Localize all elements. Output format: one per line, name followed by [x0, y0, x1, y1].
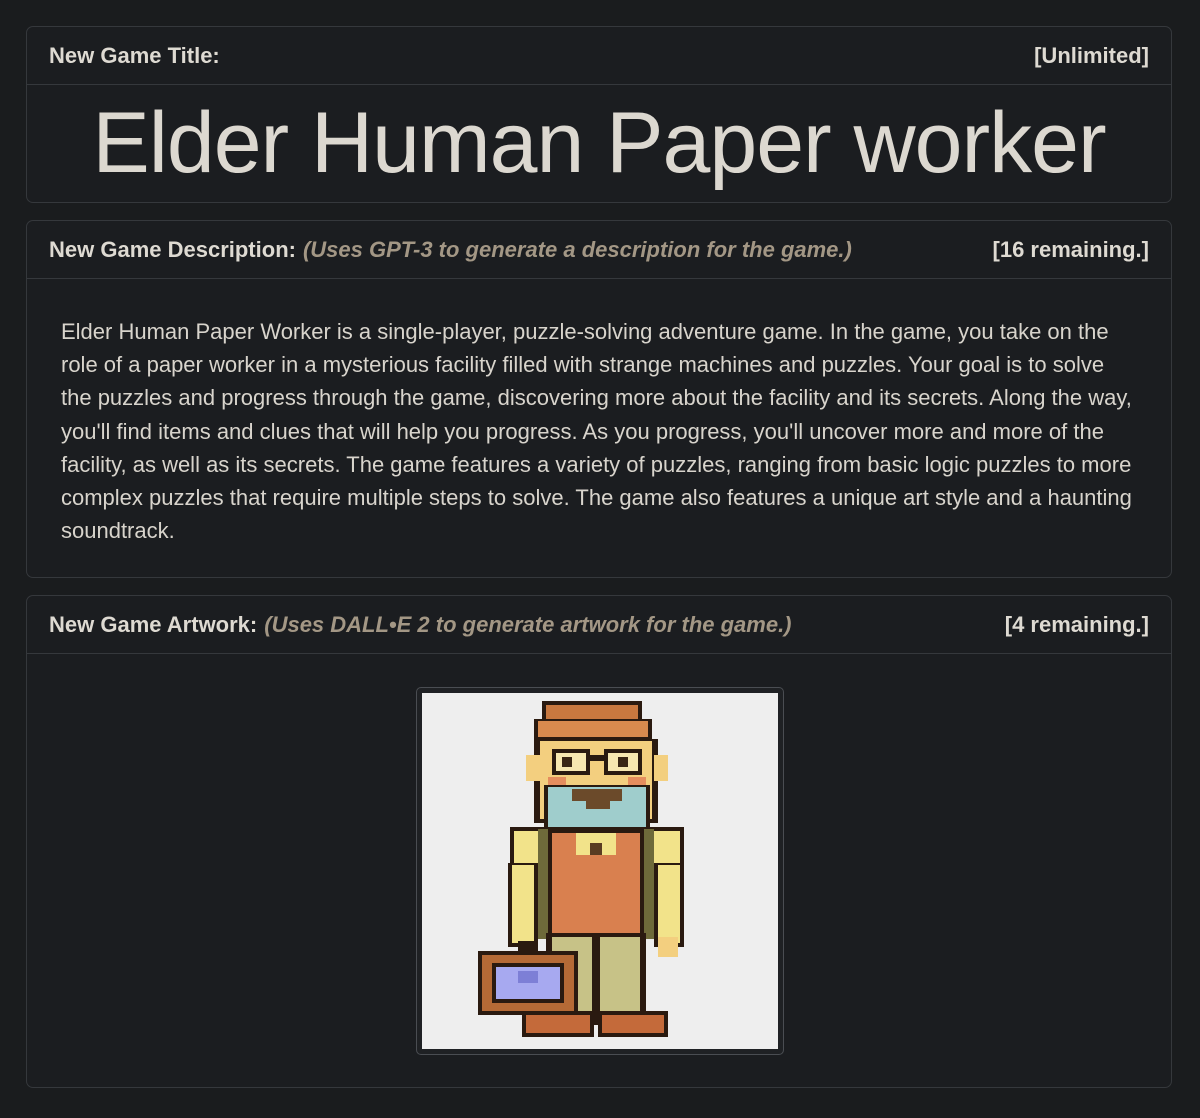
description-panel-header: New Game Description: (Uses GPT-3 to gen…: [27, 221, 1171, 279]
game-artwork-image: [422, 693, 778, 1049]
artwork-panel-header: New Game Artwork: (Uses DALL•E 2 to gene…: [27, 596, 1171, 654]
artwork-hint: (Uses DALL•E 2 to generate artwork for t…: [264, 611, 792, 637]
description-hint: (Uses GPT-3 to generate a description fo…: [302, 236, 852, 262]
description-panel: New Game Description: (Uses GPT-3 to gen…: [26, 220, 1172, 578]
artwork-panel: New Game Artwork: (Uses DALL•E 2 to gene…: [26, 595, 1172, 1088]
game-title: Elder Human Paper worker: [92, 95, 1106, 191]
title-quota: [Unlimited]: [1034, 42, 1149, 68]
title-panel: New Game Title: [Unlimited] Elder Human …: [26, 26, 1172, 203]
title-panel-header: New Game Title: [Unlimited]: [27, 27, 1171, 85]
game-description: Elder Human Paper Worker is a single-pla…: [61, 319, 1132, 544]
title-label: New Game Title:: [49, 42, 220, 68]
artwork-frame[interactable]: [416, 687, 784, 1055]
description-quota: [16 remaining.]: [992, 236, 1149, 262]
description-label: New Game Description:: [49, 236, 296, 262]
artwork-quota: [4 remaining.]: [1004, 611, 1149, 637]
artwork-label: New Game Artwork:: [49, 611, 258, 637]
